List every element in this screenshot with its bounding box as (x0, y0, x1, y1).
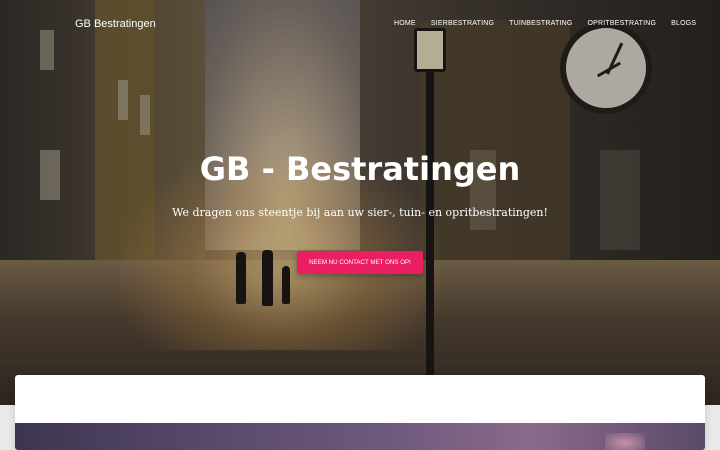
content-card-image (15, 423, 705, 450)
content-card (15, 375, 705, 450)
main-nav: HOME SIERBESTRATING TUINBESTRATING OPRIT… (394, 20, 711, 27)
hero-section (0, 0, 720, 405)
hero-title: GB - Bestratingen (199, 150, 521, 188)
site-brand-link[interactable]: GB Bestratingen (75, 18, 156, 30)
nav-item-opritbestrating[interactable]: OPRITBESTRATING (588, 20, 657, 27)
hero-subtitle: We dragen ons steentje bij aan uw sier-,… (172, 206, 548, 219)
nav-item-sierbestrating[interactable]: SIERBESTRATING (431, 20, 494, 27)
hero-overlay (0, 0, 720, 405)
nav-item-home[interactable]: HOME (394, 20, 416, 27)
nav-item-blogs[interactable]: BLOGS (671, 20, 696, 27)
top-navbar: GB Bestratingen HOME SIERBESTRATING TUIN… (0, 0, 720, 50)
nav-item-tuinbestrating[interactable]: TUINBESTRATING (509, 20, 572, 27)
contact-cta-button[interactable]: NEEM NU CONTACT MET ONS OP! (297, 251, 423, 274)
